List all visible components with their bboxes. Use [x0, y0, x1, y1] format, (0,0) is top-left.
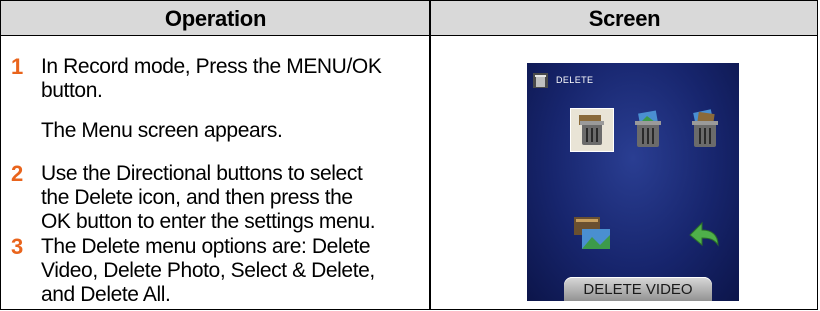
step-line: OK button to enter the settings menu. — [41, 210, 376, 233]
back-arrow-icon — [689, 221, 719, 247]
step-line: button. — [41, 79, 103, 102]
operation-column-header: Operation — [164, 6, 267, 31]
step-text: In Record mode, Press the MENU/OK button… — [41, 55, 426, 103]
step-number: 3 — [11, 234, 24, 259]
step-text: Use the Directional buttons to select th… — [41, 162, 426, 234]
step-text: The Delete menu options are: Delete Vide… — [41, 235, 426, 307]
screen-column-header: Screen — [588, 6, 661, 31]
column-divider — [429, 1, 431, 309]
delete-video-icon[interactable] — [570, 108, 614, 152]
note-text: The Menu screen appears. — [41, 119, 283, 142]
step-number: 2 — [11, 161, 24, 186]
return-icon[interactable] — [682, 211, 726, 255]
camera-menu-screen: DELETE DELETE VIDEO — [527, 63, 739, 301]
delete-all-icon[interactable] — [682, 108, 726, 152]
trash-photo-icon — [635, 110, 661, 147]
step-line: In Record mode, Press the MENU/OK — [41, 55, 382, 78]
step-line: Use the Directional buttons to select — [41, 162, 363, 185]
step-line: The Delete menu options are: Delete — [41, 235, 371, 258]
step-line: the Delete icon, and then press the — [41, 186, 353, 209]
step-line: and Delete All. — [41, 283, 171, 306]
delete-video-button[interactable]: DELETE VIDEO — [564, 277, 712, 301]
operation-table: Operation Screen 1 In Record mode, Press… — [0, 0, 818, 310]
table-header: Operation Screen — [1, 1, 817, 36]
trash-film-icon — [579, 115, 604, 145]
select-delete-icon[interactable] — [570, 211, 614, 255]
film-photo-icon — [574, 217, 610, 249]
step-line: Video, Delete Photo, Select & Delete, — [41, 259, 375, 282]
step-number: 1 — [11, 54, 24, 79]
delete-photo-icon[interactable] — [625, 108, 669, 152]
trash-all-icon — [692, 109, 718, 147]
delete-menu-icon — [533, 73, 548, 88]
screen-title: DELETE — [556, 75, 594, 85]
